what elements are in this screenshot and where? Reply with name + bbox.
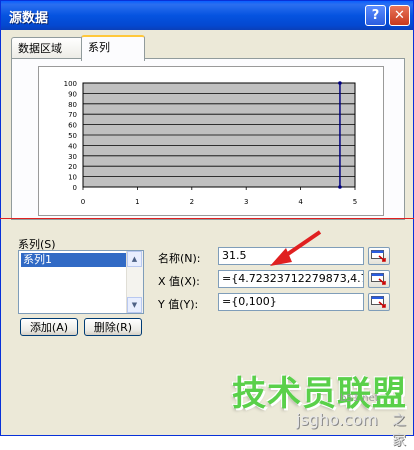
y-tick-label: 50 [68,132,77,140]
watermark-side-text: b51.net [340,393,379,404]
scroll-up-icon[interactable]: ▲ [127,251,142,267]
y-values-input[interactable]: ={0,100} [218,293,364,311]
chart-svg: 10090807060504030201000 1 2 3 4 5 [64,80,358,206]
y-tick-label: 90 [68,90,77,98]
tab-data-range[interactable]: 数据区域 [11,37,83,59]
add-series-button[interactable]: 添加(A) [20,318,78,336]
y-tick-label: 60 [68,122,77,130]
y-tick-label: 70 [68,111,77,119]
watermark-bottom-text: 之家 [392,413,406,449]
dialog-title: 源数据 [9,11,49,26]
y-range-picker-button[interactable] [368,293,390,311]
series-tab-page: 100 90 80 70 60 50 40 30 20 10 0 0 1 2 3 4 5 [11,58,405,220]
tab-series[interactable]: 系列 [81,35,145,61]
series-listbox[interactable]: 系列1 ▲ ▼ [18,250,144,314]
y-tick-label: 20 [68,163,77,171]
y-values-label: Y 值(Y): [158,298,199,311]
collapse-dialog-icon [371,250,386,262]
y-tick-label: 0 [73,184,77,192]
title-bar: 源数据 ? ✕ [1,1,413,30]
listbox-scrollbar[interactable]: ▲ ▼ [126,251,143,313]
close-button[interactable]: ✕ [389,5,410,26]
x-range-picker-button[interactable] [368,270,390,288]
x-values-label: X 值(X): [158,275,200,288]
y-tick-label: 80 [68,101,77,109]
series-point [338,81,342,85]
x-tick-label: 3 [244,198,248,206]
name-field-label: 名称(N): [158,252,201,265]
x-tick-label: 1 [135,198,139,206]
watermark-url: jsgho.com [296,410,378,429]
delete-series-button[interactable]: 删除(R) [84,318,142,336]
series-list-item[interactable]: 系列1 [21,253,127,267]
name-input[interactable]: 31.5 [218,247,364,265]
help-button[interactable]: ? [365,5,386,26]
x-tick-label: 2 [190,198,194,206]
name-range-picker-button[interactable] [368,247,390,265]
x-tick-label: 0 [81,198,85,206]
collapse-dialog-icon [371,273,386,285]
x-tick-label: 4 [298,198,303,206]
series-point [338,185,342,189]
x-tick-label: 5 [353,198,357,206]
x-values-input[interactable]: ={4.72323712279873,4.723 [218,270,364,288]
collapse-dialog-icon [371,296,386,308]
chart-preview: 100 90 80 70 60 50 40 30 20 10 0 0 1 2 3 4 5 [38,66,384,216]
scroll-down-icon[interactable]: ▼ [127,297,142,313]
watermark-logo: 技术员联盟 [232,374,407,414]
y-tick-label: 10 [68,174,77,182]
annotation-divider-line [0,218,414,219]
y-tick-label: 100 [64,80,77,88]
y-tick-label: 30 [68,153,77,161]
y-tick-label: 40 [68,142,77,150]
